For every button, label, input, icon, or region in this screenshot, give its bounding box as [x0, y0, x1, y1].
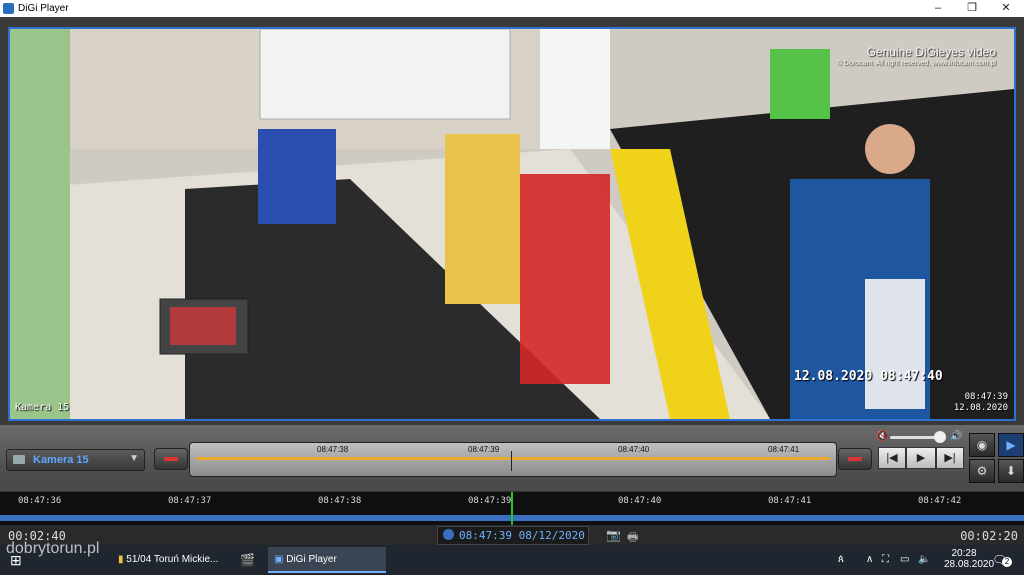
- gear-icon[interactable]: ⚙: [969, 459, 995, 483]
- network-icon[interactable]: ⛶: [882, 547, 889, 573]
- playhead[interactable]: [511, 451, 512, 471]
- close-button[interactable]: ✕: [989, 0, 1023, 17]
- store-scene: [10, 29, 1014, 419]
- clapper-icon[interactable]: 🎬: [240, 547, 255, 573]
- title-bar: DiGi Player – ❐ ✕: [0, 0, 1024, 17]
- main-timeline[interactable]: 08:47:36 08:47:37 08:47:38 08:47:39 08:4…: [0, 491, 1024, 526]
- clock-time: 20:28: [951, 548, 977, 559]
- timeline-tick: 08:47:40: [618, 496, 662, 506]
- camera-icon: [13, 455, 25, 464]
- status-strip: 00:02:40 08:47:39 08/12/2020 📷 🖶 00:02:2…: [0, 525, 1024, 545]
- taskbar-item-task1[interactable]: ▮ 51/04 Toruń Mickie...: [118, 547, 228, 573]
- eye-icon[interactable]: ◉: [969, 433, 995, 457]
- next-segment-button[interactable]: [838, 448, 872, 470]
- video-timestamp: 12.08.2020 08:47:40: [794, 369, 943, 384]
- volume-knob[interactable]: [934, 431, 946, 443]
- battery-icon[interactable]: ▭: [900, 547, 909, 573]
- minimize-button[interactable]: –: [921, 0, 955, 17]
- watermark-title: Genuine DiGieyes video: [866, 45, 996, 59]
- camera-label: Kamera 15: [15, 402, 70, 413]
- camera-select[interactable]: Kamera 15 ▼: [6, 449, 145, 471]
- volume-tray-icon[interactable]: 🔈: [918, 547, 930, 573]
- speaker-icon: 🔊: [950, 431, 963, 442]
- mini-tick: 08:47:40: [618, 445, 650, 454]
- recording-bar: [196, 457, 830, 460]
- taskbar-item-digi-player[interactable]: ▣ DiGi Player: [268, 547, 386, 573]
- digi-player-icon: ▣: [274, 554, 287, 565]
- mini-tick: 08:47:38: [317, 445, 349, 454]
- remaining-time: 00:02:20: [960, 529, 1018, 543]
- timeline-tick: 08:47:36: [18, 496, 62, 506]
- current-datetime[interactable]: 08:47:39 08/12/2020: [437, 526, 589, 545]
- camera-select-label: Kamera 15: [33, 454, 89, 466]
- camera-video[interactable]: Genuine DiGieyes video © Dorocam. All ri…: [8, 27, 1016, 421]
- playback-mode-icon[interactable]: ▶: [998, 433, 1024, 457]
- site-watermark: dobrytorun.pl: [6, 540, 100, 557]
- timeline-tick: 08:47:42: [918, 496, 962, 506]
- mini-tick: 08:47:39: [468, 445, 500, 454]
- timeline-tick: 08:47:41: [768, 496, 812, 506]
- download-icon[interactable]: ⬇: [998, 459, 1024, 483]
- corner-time: 08:47:39: [964, 392, 1008, 402]
- timeline-cursor[interactable]: [511, 492, 513, 526]
- timeline-tick: 08:47:38: [318, 496, 362, 506]
- task2-label: DiGi Player: [286, 554, 337, 565]
- current-datetime-label: 08:47:39 08/12/2020: [459, 529, 585, 542]
- app-icon: [3, 3, 14, 14]
- play-button[interactable]: ▶: [906, 447, 936, 469]
- corner-date: 12.08.2020: [953, 403, 1008, 413]
- watermark-sub: © Dorocam. All right reserved, www.infoc…: [836, 60, 996, 67]
- mini-tick: 08:47:41: [768, 445, 800, 454]
- clock-date: 28.08.2020: [944, 559, 995, 570]
- prev-segment-button[interactable]: [154, 448, 188, 470]
- timeline-tick: 08:47:39: [468, 496, 512, 506]
- mute-icon[interactable]: 🔇: [876, 431, 888, 442]
- maximize-button[interactable]: ❐: [955, 0, 989, 17]
- prev-frame-button[interactable]: |◀: [878, 447, 906, 469]
- snapshot-icon[interactable]: 📷: [606, 528, 621, 542]
- notification-badge: 2: [1002, 557, 1012, 567]
- chevron-down-icon: ▼: [129, 453, 139, 464]
- tray-chevron-icon[interactable]: ∧: [866, 547, 873, 573]
- taskbar: ⊞ ▮ 51/04 Toruń Mickie... 🎬 ▣ DiGi Playe…: [0, 545, 1024, 575]
- clock-icon: [443, 529, 454, 540]
- mini-timeline[interactable]: 08:47:38 08:47:39 08:47:40 08:47:41: [189, 442, 837, 477]
- next-frame-button[interactable]: ▶|: [936, 447, 964, 469]
- people-icon[interactable]: ጰ: [838, 547, 844, 573]
- task1-label: 51/04 Toruń Mickie...: [126, 554, 219, 565]
- window-title: DiGi Player: [18, 3, 69, 14]
- clock[interactable]: 20:28 28.08.2020: [944, 548, 995, 570]
- timeline-tick: 08:47:37: [168, 496, 212, 506]
